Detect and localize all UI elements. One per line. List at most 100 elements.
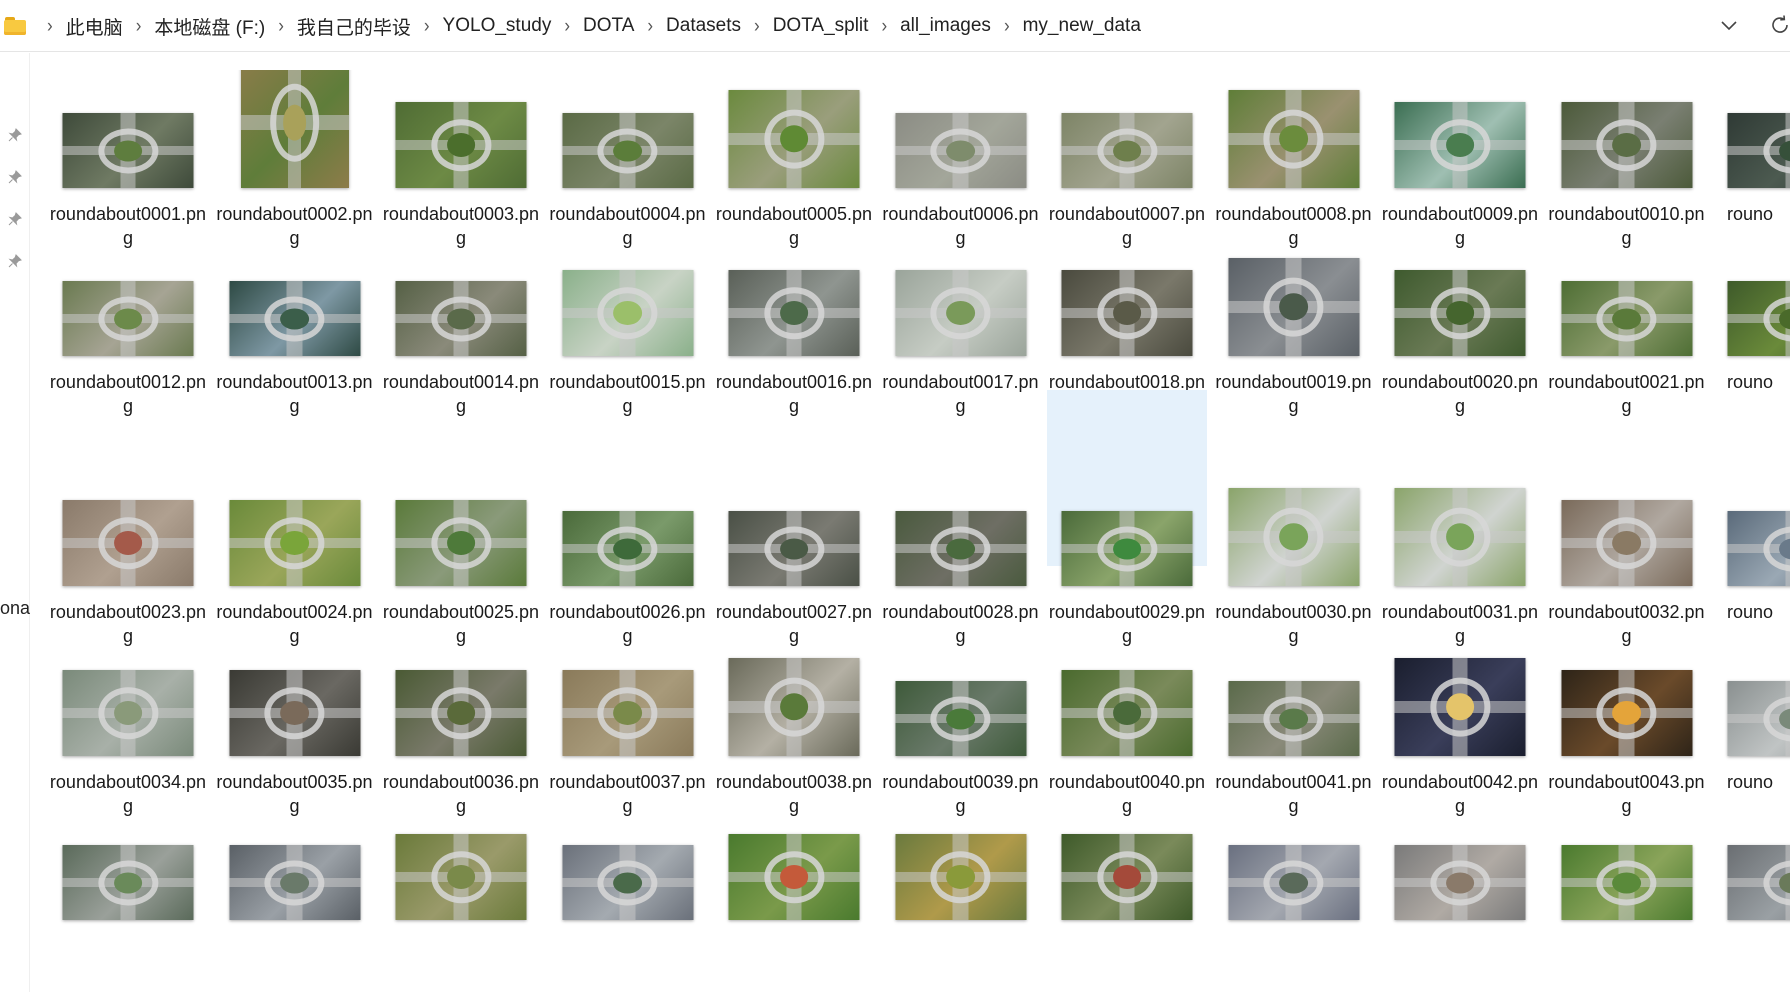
- breadcrumb-item[interactable]: my_new_data: [1021, 12, 1143, 40]
- file-item[interactable]: roundabout0014.png: [381, 238, 541, 438]
- image-thumbnail[interactable]: [1727, 845, 1790, 920]
- file-item[interactable]: roundabout0028.png: [881, 438, 1041, 646]
- image-thumbnail[interactable]: [62, 281, 194, 356]
- image-thumbnail[interactable]: [395, 500, 527, 586]
- image-thumbnail[interactable]: [1727, 281, 1790, 356]
- image-thumbnail[interactable]: [1228, 488, 1359, 586]
- file-item[interactable]: roundabout0030.png: [1214, 438, 1374, 646]
- file-item[interactable]: roundabout0017.png: [881, 238, 1041, 438]
- file-item[interactable]: [714, 818, 874, 992]
- image-thumbnail[interactable]: [1394, 845, 1526, 920]
- file-item[interactable]: [1047, 818, 1207, 992]
- pin-icon[interactable]: [8, 170, 22, 184]
- image-thumbnail[interactable]: [395, 102, 527, 188]
- image-thumbnail[interactable]: [562, 845, 693, 920]
- breadcrumb-item[interactable]: YOLO_study: [441, 12, 554, 40]
- image-thumbnail[interactable]: [1228, 845, 1359, 920]
- breadcrumb-separator-icon[interactable]: ›: [564, 15, 570, 38]
- image-thumbnail[interactable]: [229, 500, 360, 586]
- image-thumbnail[interactable]: [562, 670, 693, 756]
- image-thumbnail[interactable]: [395, 281, 527, 356]
- file-item[interactable]: roundabout0041.png: [1214, 638, 1374, 838]
- file-item[interactable]: roundabout0032.png: [1547, 438, 1707, 646]
- file-item[interactable]: [1547, 818, 1707, 992]
- file-item[interactable]: [48, 818, 208, 992]
- file-item[interactable]: rouno: [1713, 638, 1790, 838]
- image-thumbnail[interactable]: [1228, 681, 1359, 756]
- image-thumbnail[interactable]: [1561, 102, 1692, 188]
- file-item[interactable]: roundabout0021.png: [1547, 238, 1707, 438]
- image-thumbnail[interactable]: [240, 70, 349, 188]
- image-thumbnail[interactable]: [562, 270, 693, 356]
- image-thumbnail[interactable]: [1561, 281, 1692, 356]
- image-thumbnail[interactable]: [62, 113, 194, 188]
- image-thumbnail[interactable]: [1561, 500, 1692, 586]
- pin-icon[interactable]: [8, 254, 22, 268]
- file-item[interactable]: roundabout0039.png: [881, 638, 1041, 838]
- image-thumbnail[interactable]: [728, 90, 860, 188]
- refresh-icon[interactable]: [1768, 13, 1790, 37]
- breadcrumb-separator-icon[interactable]: ›: [1004, 15, 1010, 38]
- image-thumbnail[interactable]: [395, 834, 527, 920]
- breadcrumb-separator-icon[interactable]: ›: [47, 15, 53, 38]
- image-thumbnail[interactable]: [562, 113, 693, 188]
- breadcrumb-item[interactable]: all_images: [898, 12, 993, 40]
- breadcrumb-item[interactable]: DOTA_split: [771, 12, 871, 40]
- image-thumbnail[interactable]: [895, 834, 1026, 920]
- file-item[interactable]: rouno: [1713, 238, 1790, 438]
- pin-icon[interactable]: [8, 212, 22, 226]
- image-thumbnail[interactable]: [1228, 90, 1359, 188]
- chevron-down-icon[interactable]: [1718, 14, 1740, 36]
- image-thumbnail[interactable]: [1394, 488, 1526, 586]
- image-thumbnail[interactable]: [1394, 270, 1526, 356]
- file-item[interactable]: rouno: [1713, 438, 1790, 638]
- image-thumbnail[interactable]: [229, 670, 360, 756]
- image-thumbnail[interactable]: [895, 681, 1026, 756]
- image-thumbnail[interactable]: [895, 511, 1026, 586]
- file-item[interactable]: roundabout0040.png: [1047, 638, 1207, 838]
- breadcrumb-item[interactable]: 本地磁盘 (F:): [152, 10, 267, 43]
- image-thumbnail[interactable]: [1727, 511, 1790, 586]
- file-item[interactable]: [381, 818, 541, 992]
- nav-item-partial-label[interactable]: ona: [0, 598, 30, 619]
- file-item[interactable]: roundabout0016.png: [714, 238, 874, 438]
- image-thumbnail[interactable]: [895, 270, 1026, 356]
- file-item[interactable]: roundabout0027.png: [714, 438, 874, 646]
- image-thumbnail[interactable]: [62, 670, 194, 756]
- file-item[interactable]: [1380, 818, 1540, 992]
- file-item[interactable]: roundabout0023.png: [48, 438, 208, 646]
- image-thumbnail[interactable]: [229, 281, 360, 356]
- image-thumbnail[interactable]: [1561, 670, 1692, 756]
- file-item[interactable]: roundabout0029.png: [1047, 390, 1207, 646]
- image-thumbnail[interactable]: [395, 670, 527, 756]
- file-item[interactable]: roundabout0043.png: [1547, 638, 1707, 838]
- breadcrumb-item[interactable]: 此电脑: [64, 10, 125, 43]
- file-item[interactable]: roundabout0034.png: [48, 638, 208, 838]
- image-thumbnail[interactable]: [1228, 258, 1359, 356]
- breadcrumb-separator-icon[interactable]: ›: [881, 15, 887, 38]
- file-item[interactable]: roundabout0019.png: [1214, 238, 1374, 438]
- file-item[interactable]: roundabout0012.png: [48, 238, 208, 438]
- file-item[interactable]: roundabout0042.png: [1380, 638, 1540, 838]
- breadcrumb-item[interactable]: DOTA: [581, 12, 636, 40]
- file-item[interactable]: [548, 818, 708, 992]
- file-item[interactable]: roundabout0015.png: [548, 238, 708, 438]
- image-thumbnail[interactable]: [562, 511, 693, 586]
- file-item[interactable]: [1214, 818, 1374, 992]
- image-thumbnail[interactable]: [728, 270, 860, 356]
- image-thumbnail[interactable]: [1394, 102, 1526, 188]
- file-item[interactable]: [215, 818, 375, 992]
- file-item[interactable]: roundabout0038.png: [714, 638, 874, 838]
- image-thumbnail[interactable]: [1061, 834, 1193, 920]
- image-thumbnail[interactable]: [1727, 113, 1790, 188]
- breadcrumb-separator-icon[interactable]: ›: [424, 15, 430, 38]
- image-thumbnail[interactable]: [728, 511, 860, 586]
- file-item[interactable]: roundabout0036.png: [381, 638, 541, 838]
- image-thumbnail[interactable]: [1561, 845, 1692, 920]
- file-item[interactable]: roundabout0037.png: [548, 638, 708, 838]
- image-thumbnail[interactable]: [895, 113, 1026, 188]
- breadcrumb-separator-icon[interactable]: ›: [754, 15, 760, 38]
- file-item[interactable]: roundabout0026.png: [548, 438, 708, 646]
- file-item[interactable]: roundabout0024.png: [215, 438, 375, 646]
- breadcrumb-separator-icon[interactable]: ›: [136, 15, 142, 38]
